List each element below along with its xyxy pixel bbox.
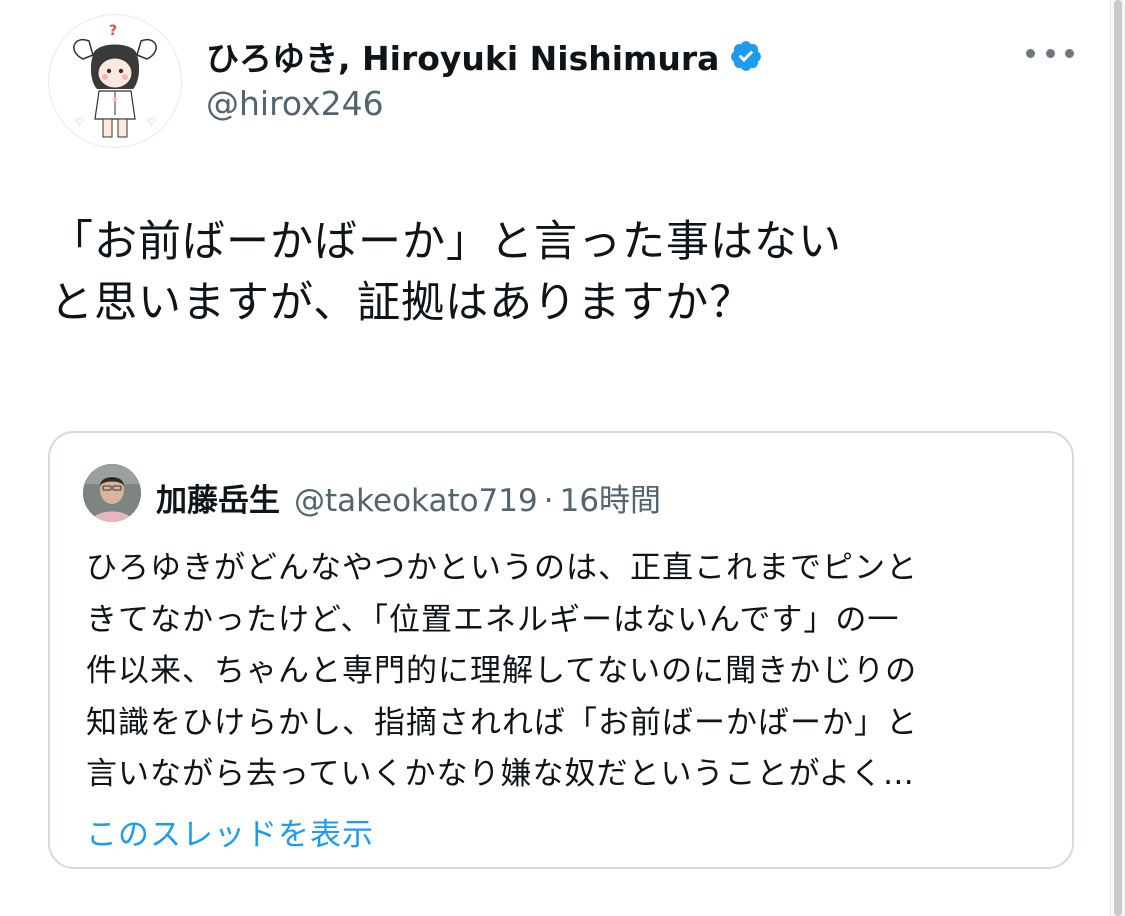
show-thread-link[interactable]: このスレッドを表示 [86, 809, 374, 854]
verified-badge-icon [729, 39, 763, 73]
quoted-tweet-text: ひろゆきがどんなやつかというのは、正直これまでピンと きてなかったけど、「位置エ… [86, 550, 918, 792]
header-separator: · [543, 483, 554, 519]
quoted-author-name[interactable]: 加藤岳生 [156, 475, 280, 520]
quoted-tweet-header: 加藤岳生 @takeokato719 · 16時間 [156, 475, 661, 520]
author-avatar-illustration: ? ♡ ♡ [73, 23, 157, 138]
author-name-row: ひろゆき, Hiroyuki Nishimura [206, 32, 763, 80]
svg-text:?: ? [109, 23, 117, 39]
svg-text:♡: ♡ [75, 117, 84, 128]
more-dot-icon [1026, 48, 1035, 58]
author-handle[interactable]: @hirox246 [206, 84, 384, 123]
author-display-name[interactable]: ひろゆき, Hiroyuki Nishimura [206, 32, 719, 80]
quoted-tweet-time[interactable]: 16時間 [560, 475, 661, 520]
more-dot-icon [1065, 48, 1074, 58]
quoted-author-photo [83, 464, 141, 522]
more-options-button[interactable] [1026, 38, 1074, 68]
quoted-author-avatar[interactable] [83, 464, 141, 522]
quoted-author-handle[interactable]: @takeokato719 [294, 483, 538, 519]
scrollbar-thumb[interactable] [1114, 0, 1122, 916]
svg-text:♡: ♡ [147, 117, 156, 128]
tweet-text: 「お前ばーかばーか」と言った事はない と思いますが、証拠はありますか？ [50, 217, 842, 328]
tweet-view: ? ♡ ♡ ひろゆき, Hiroyuki Nishimura @hirox246… [0, 0, 1125, 916]
scrollbar[interactable] [1110, 0, 1125, 916]
more-dot-icon [1045, 48, 1055, 58]
author-avatar[interactable]: ? ♡ ♡ [48, 14, 182, 148]
quoted-tweet-card[interactable]: 加藤岳生 @takeokato719 · 16時間 ひろゆきがどんなやつかという… [48, 431, 1074, 869]
